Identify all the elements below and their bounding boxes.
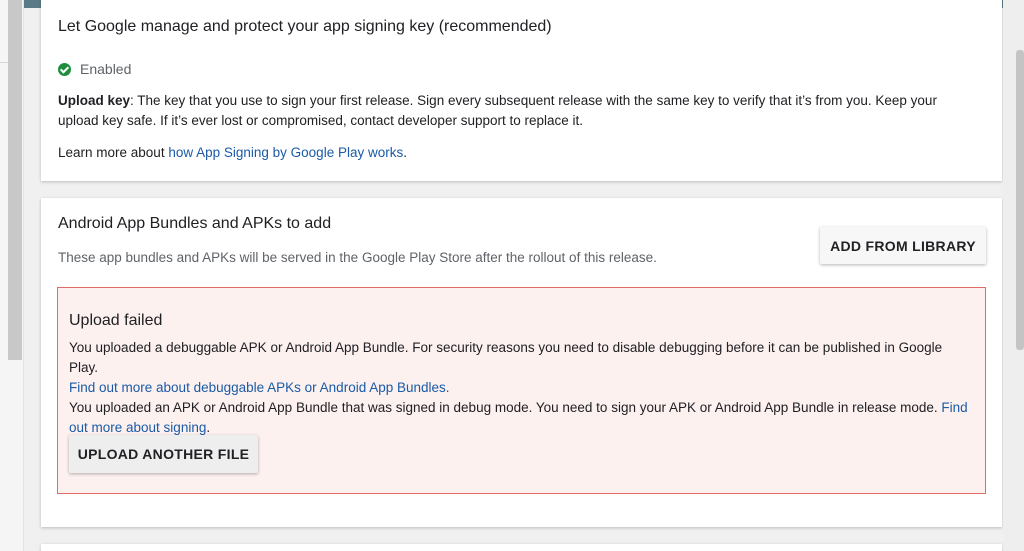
- signing-status: Enabled: [58, 61, 131, 77]
- app-signing-card: Let Google manage and protect your app s…: [41, 0, 1002, 181]
- upload-another-file-button[interactable]: UPLOAD ANOTHER FILE: [69, 435, 258, 473]
- debuggable-error-text: You uploaded a debuggable APK or Android…: [69, 340, 943, 375]
- upload-error-message: You uploaded a debuggable APK or Android…: [69, 338, 974, 438]
- bundles-subtitle: These app bundles and APKs will be serve…: [58, 250, 657, 265]
- upload-key-label: Upload key: [58, 93, 131, 108]
- left-panel: [0, 0, 24, 551]
- debug-signed-error-text: You uploaded an APK or Android App Bundl…: [69, 400, 942, 415]
- bundles-card: Android App Bundles and APKs to add Thes…: [41, 198, 1002, 527]
- app-signing-title: Let Google manage and protect your app s…: [58, 18, 552, 35]
- upload-error-title: Upload failed: [69, 312, 163, 329]
- next-card: [41, 544, 1002, 551]
- learn-more-prefix: Learn more about: [58, 145, 169, 160]
- learn-more-suffix: .: [403, 145, 407, 160]
- right-scrollbar-thumb[interactable]: [1016, 50, 1024, 350]
- signing-status-label: Enabled: [80, 61, 132, 77]
- check-circle-icon: [58, 62, 71, 76]
- app-signing-help-link[interactable]: how App Signing by Google Play works: [168, 145, 403, 160]
- signing-help-suffix: .: [206, 420, 211, 435]
- learn-more-text: Learn more about how App Signing by Goog…: [58, 143, 407, 163]
- left-divider: [0, 62, 8, 63]
- upload-key-text: : The key that you use to sign your firs…: [58, 93, 937, 128]
- upload-error-box: Upload failed You uploaded a debuggable …: [57, 287, 986, 494]
- debuggable-help-link[interactable]: Find out more about debuggable APKs or A…: [69, 380, 450, 395]
- upload-key-description: Upload key: The key that you use to sign…: [58, 91, 978, 131]
- left-scrollbar-thumb[interactable]: [8, 0, 22, 360]
- add-from-library-button[interactable]: ADD FROM LIBRARY: [820, 227, 986, 264]
- bundles-title: Android App Bundles and APKs to add: [58, 215, 332, 232]
